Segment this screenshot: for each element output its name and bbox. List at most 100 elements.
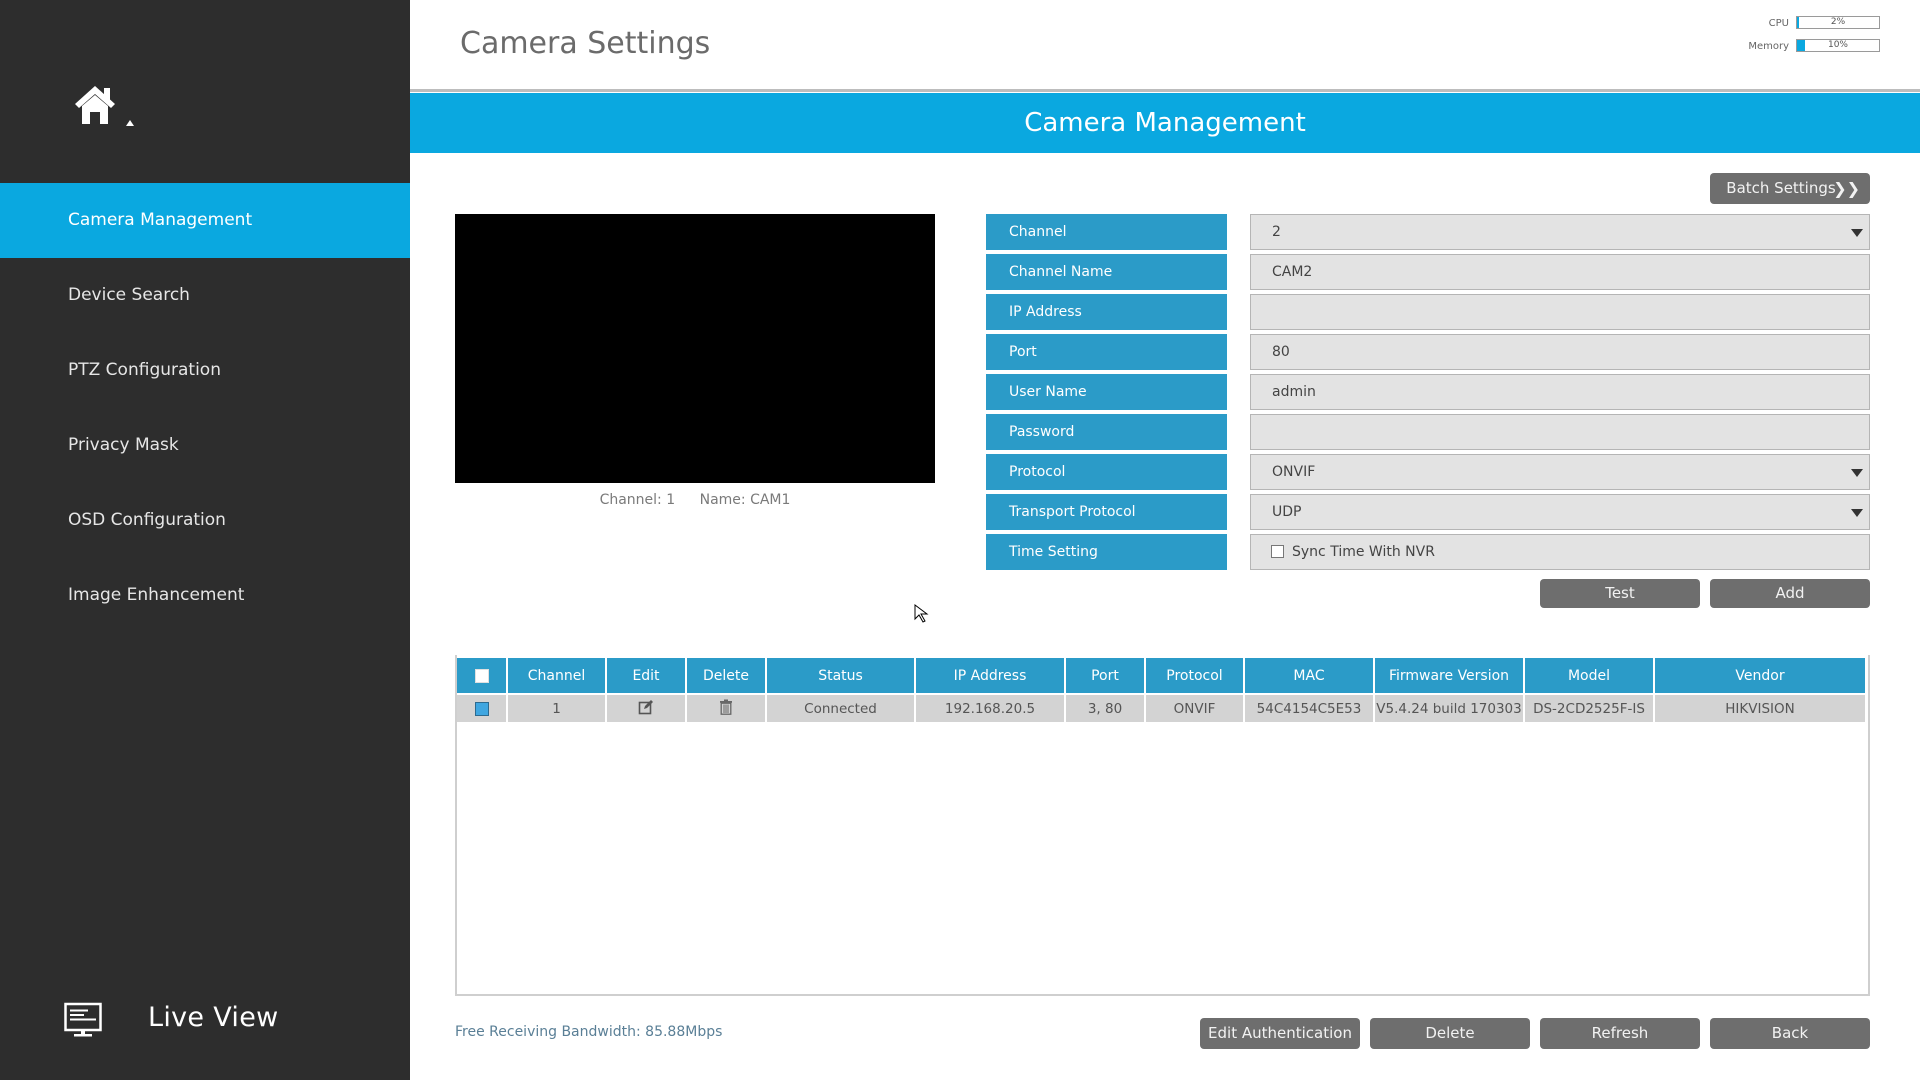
camera-table: Channel Edit Delete Status IP Address Po… [455, 656, 1867, 724]
mac-cell: 54C4154C5E53 [1245, 695, 1373, 722]
channel-value: 2 [1272, 224, 1281, 240]
transport-protocol-label: Transport Protocol [986, 494, 1227, 530]
mouse-cursor-icon [914, 604, 929, 623]
header-divider [410, 89, 1920, 92]
cpu-value: 2% [1830, 17, 1846, 27]
firmware-cell: V5.4.24 build 170303 [1375, 695, 1523, 722]
preview-caption: Channel: 1 Name: CAM1 [455, 492, 935, 508]
sync-time-label: Sync Time With NVR [1292, 544, 1435, 560]
user-name-input[interactable] [1272, 375, 1869, 409]
transport-protocol-select[interactable]: UDP [1250, 494, 1870, 530]
status-cell: Connected [767, 695, 914, 722]
memory-usage: Memory 10% [1720, 39, 1880, 62]
home-button[interactable] [72, 84, 142, 130]
ip-address-field[interactable] [1250, 294, 1870, 330]
column-header: MAC [1245, 658, 1373, 693]
preview-name: Name: CAM1 [699, 492, 791, 508]
transport-protocol-value: UDP [1272, 504, 1302, 520]
channel-name-label: Channel Name [986, 254, 1227, 290]
live-view-label: Live View [148, 1002, 279, 1033]
sidebar-item-camera-management[interactable]: Camera Management [0, 183, 410, 258]
live-view-button[interactable]: Live View [62, 1000, 362, 1044]
row-select-cell[interactable] [457, 695, 506, 722]
column-header: Channel [508, 658, 605, 693]
channel-label: Channel [986, 214, 1227, 250]
ip-address-input[interactable] [1272, 295, 1869, 329]
memory-value: 10% [1827, 40, 1848, 50]
column-header: Model [1525, 658, 1653, 693]
sidebar-item-device-search[interactable]: Device Search [0, 258, 410, 333]
sidebar: Camera Management Device Search PTZ Conf… [0, 0, 410, 1080]
protocol-value: ONVIF [1272, 464, 1316, 480]
refresh-button[interactable]: Refresh [1540, 1018, 1700, 1049]
delete-button[interactable]: Delete [1370, 1018, 1530, 1049]
chevron-down-icon [1851, 509, 1863, 517]
delete-cell[interactable] [687, 695, 765, 722]
video-preview [455, 214, 935, 483]
password-field[interactable] [1250, 414, 1870, 450]
test-button[interactable]: Test [1540, 579, 1700, 608]
protocol-select[interactable]: ONVIF [1250, 454, 1870, 490]
port-input[interactable] [1272, 335, 1869, 369]
channel-cell: 1 [508, 695, 605, 722]
add-button[interactable]: Add [1710, 579, 1870, 608]
sync-time-checkbox[interactable] [1271, 544, 1284, 558]
column-header: Vendor [1655, 658, 1865, 693]
chevron-down-icon [1851, 469, 1863, 477]
model-cell: DS-2CD2525F-IS [1525, 695, 1653, 722]
chevron-down-icon [1851, 229, 1863, 237]
monitor-icon [64, 1002, 102, 1037]
select-all-header[interactable] [457, 658, 506, 693]
sidebar-item-image-enhancement[interactable]: Image Enhancement [0, 558, 410, 633]
cpu-bar: 2% [1796, 16, 1880, 29]
edit-icon[interactable] [638, 699, 654, 715]
section-banner: Camera Management [410, 93, 1920, 153]
password-label: Password [986, 414, 1227, 450]
row-checkbox[interactable] [474, 701, 489, 716]
cpu-label: CPU [1768, 18, 1789, 29]
user-name-field[interactable] [1250, 374, 1870, 410]
protocol-cell: ONVIF [1146, 695, 1243, 722]
column-header: Edit [607, 658, 685, 693]
memory-bar: 10% [1796, 39, 1880, 52]
sidebar-item-osd-configuration[interactable]: OSD Configuration [0, 483, 410, 558]
edit-authentication-button[interactable]: Edit Authentication [1200, 1018, 1360, 1049]
port-label: Port [986, 334, 1227, 370]
batch-settings-button[interactable]: Batch Settings ❯❯ [1710, 173, 1870, 204]
password-input[interactable] [1272, 415, 1869, 449]
trash-icon[interactable] [719, 699, 733, 715]
sidebar-item-ptz-configuration[interactable]: PTZ Configuration [0, 333, 410, 408]
memory-label: Memory [1748, 41, 1789, 52]
table-header-row: Channel Edit Delete Status IP Address Po… [457, 658, 1865, 693]
protocol-label: Protocol [986, 454, 1227, 490]
cpu-usage: CPU 2% [1720, 16, 1880, 39]
channel-name-input[interactable] [1272, 255, 1869, 289]
ip-cell: 192.168.20.5 [916, 695, 1064, 722]
column-header: Protocol [1146, 658, 1243, 693]
port-cell: 3, 80 [1066, 695, 1144, 722]
batch-settings-label: Batch Settings [1726, 179, 1836, 197]
vendor-cell: HIKVISION [1655, 695, 1865, 722]
table-row[interactable]: 1 Connected 192.168.20.5 3, 80 ONVIF 54C… [457, 695, 1865, 722]
column-header: IP Address [916, 658, 1064, 693]
channel-select[interactable]: 2 [1250, 214, 1870, 250]
column-header: Firmware Version [1375, 658, 1523, 693]
edit-cell[interactable] [607, 695, 685, 722]
channel-name-field[interactable] [1250, 254, 1870, 290]
column-header: Port [1066, 658, 1144, 693]
preview-channel: Channel: 1 [599, 492, 676, 508]
page-title: Camera Settings [460, 26, 711, 61]
sidebar-item-privacy-mask[interactable]: Privacy Mask [0, 408, 410, 483]
ip-address-label: IP Address [986, 294, 1227, 330]
home-icon [75, 86, 134, 126]
bandwidth-status: Free Receiving Bandwidth: 85.88Mbps [455, 1024, 723, 1040]
back-button[interactable]: Back [1710, 1018, 1870, 1049]
time-setting-label: Time Setting [986, 534, 1227, 570]
port-field[interactable] [1250, 334, 1870, 370]
double-chevron-right-icon: ❯❯ [1833, 179, 1860, 198]
column-header: Delete [687, 658, 765, 693]
time-setting-field: Sync Time With NVR [1250, 534, 1870, 570]
column-header: Status [767, 658, 914, 693]
user-name-label: User Name [986, 374, 1227, 410]
select-all-checkbox[interactable] [474, 668, 489, 683]
